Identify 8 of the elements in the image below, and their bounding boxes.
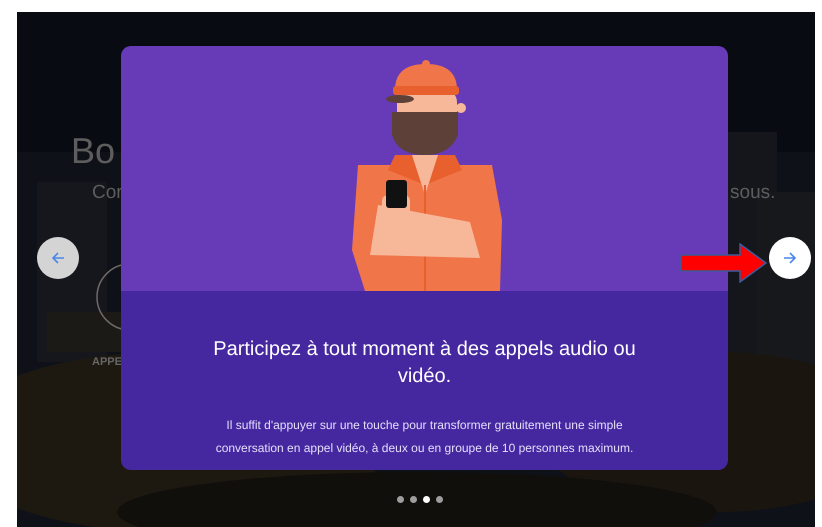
- arrow-left-icon: [50, 250, 66, 266]
- arrow-right-icon: [782, 250, 798, 266]
- dialog-title: Participez à tout moment à des appels audio ou vidéo.: [212, 337, 637, 389]
- dialog-text: Il suffit d'appuyer sur une touche pour transformer gratuitement une simple conversation en appel vidéo, à deux ou en groupe de 10 personnes maximum.: [214, 417, 634, 457]
- background-heading: Bo: [71, 130, 116, 172]
- background-subtitle: sous.: [730, 182, 776, 204]
- background-subtitle: Cor: [92, 182, 123, 204]
- background-label: APPE: [92, 356, 122, 368]
